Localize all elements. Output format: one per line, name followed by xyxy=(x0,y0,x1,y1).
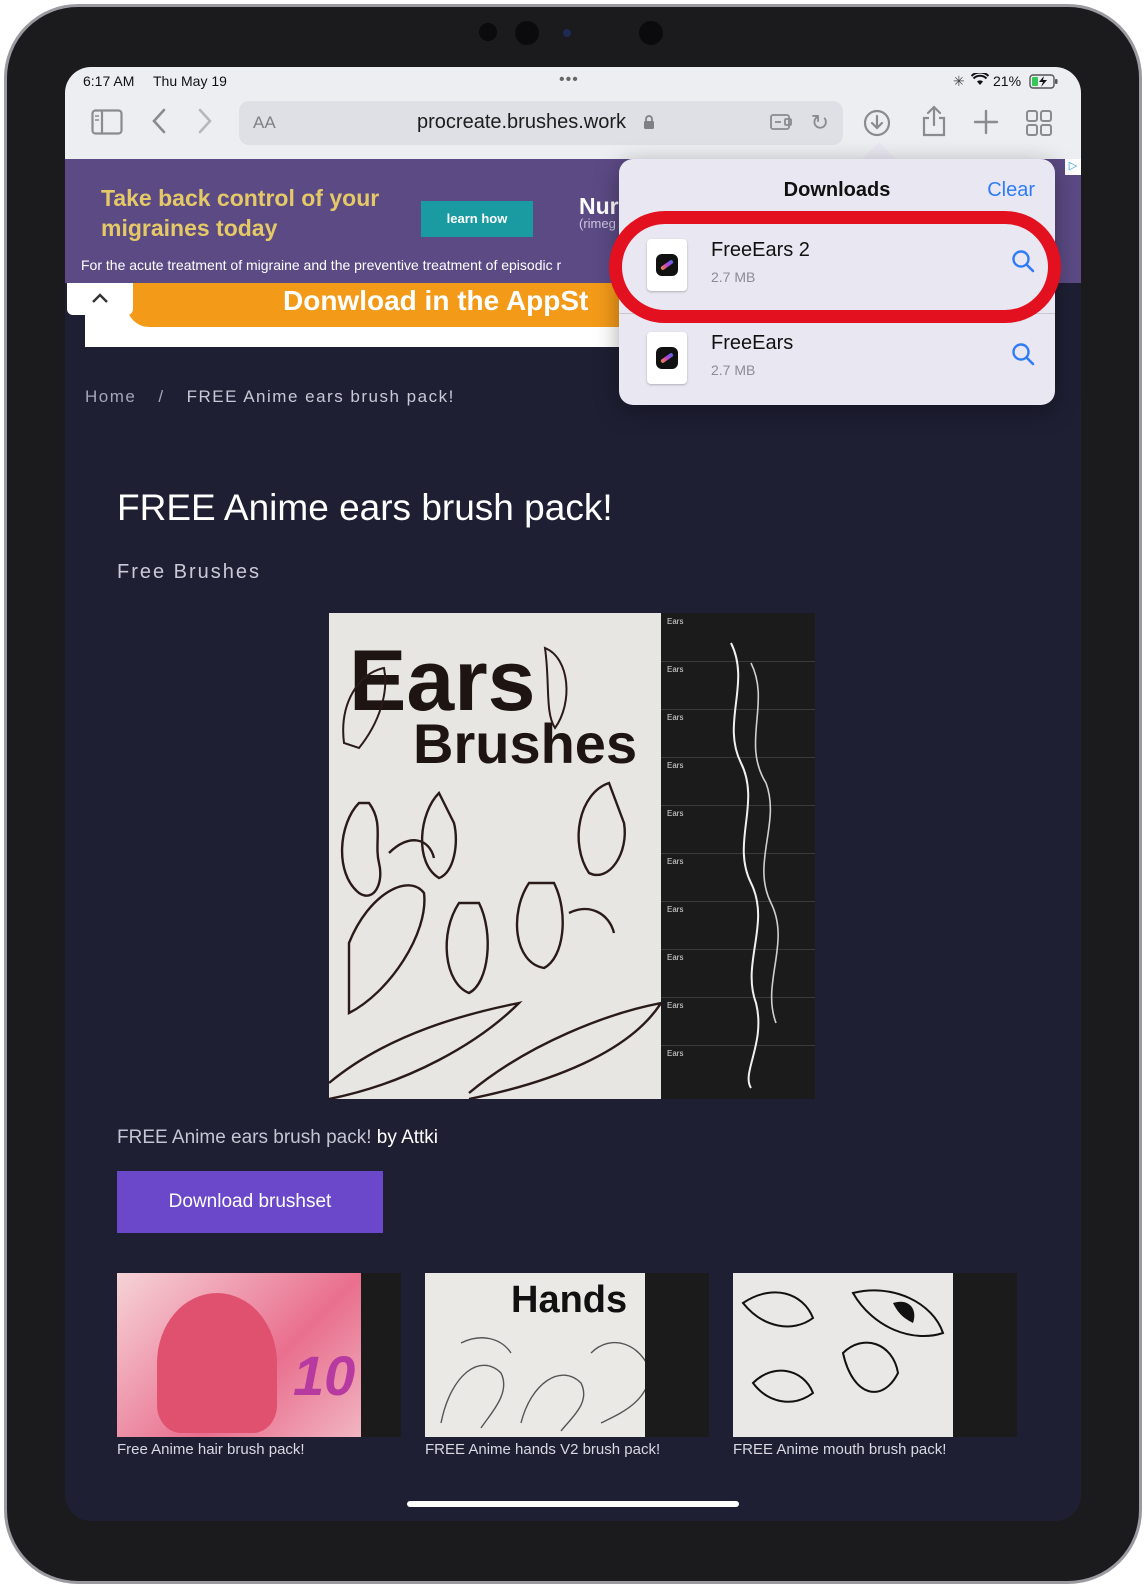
camera-sensor-right xyxy=(639,21,663,45)
ad-brand-sub: (rimeg xyxy=(579,216,616,231)
download-brushset-button[interactable]: Download brushset xyxy=(117,1171,383,1233)
share-icon[interactable] xyxy=(921,105,947,141)
screen: 6:17 AM Thu May 19 ••• ✳ 21% AA procreat… xyxy=(65,67,1081,1521)
extension-icon[interactable] xyxy=(769,111,795,139)
status-date: Thu May 19 xyxy=(153,73,227,89)
hero-image: Ears Brushes Ears Ears Ears Ears Ears Ea… xyxy=(329,613,815,1099)
related-post-hair[interactable]: 10 Free Anime hair brush pack! xyxy=(117,1273,401,1458)
adchoices-icon[interactable]: ▷ xyxy=(1065,159,1081,175)
related-label-hair[interactable]: Free Anime hair brush pack! xyxy=(117,1441,401,1458)
related-label-hands[interactable]: FREE Anime hands V2 brush pack! xyxy=(425,1441,709,1458)
ipad-frame: 6:17 AM Thu May 19 ••• ✳ 21% AA procreat… xyxy=(4,4,1142,1584)
collapse-ad-button[interactable] xyxy=(67,283,133,315)
breadcrumb-current: FREE Anime ears brush pack! xyxy=(186,387,455,406)
breadcrumb-home[interactable]: Home xyxy=(85,387,136,406)
anime-girl-illustration xyxy=(157,1293,277,1433)
brush-stroke-preview xyxy=(730,642,779,1089)
image-caption: FREE Anime ears brush pack! by Attki xyxy=(117,1127,438,1149)
related-thumb-mouth[interactable] xyxy=(733,1273,1017,1437)
new-tab-icon[interactable] xyxy=(973,109,999,139)
safari-toolbar: 6:17 AM Thu May 19 ••• ✳ 21% AA procreat… xyxy=(65,67,1081,159)
download-item-name: FreeEars xyxy=(711,332,794,354)
related-thumb-hands[interactable]: Hands xyxy=(425,1273,709,1437)
battery-percent: 21% xyxy=(993,73,1022,89)
download-item-size: 2.7 MB xyxy=(711,362,756,378)
forward-icon[interactable] xyxy=(195,107,215,139)
procreate-file-icon xyxy=(647,332,687,384)
lock-icon xyxy=(643,114,655,135)
activity-icon: ✳ xyxy=(953,73,965,89)
chevron-up-icon xyxy=(92,293,108,303)
camera-sensor xyxy=(479,23,497,41)
page-title: FREE Anime ears brush pack! xyxy=(117,487,613,528)
status-time: 6:17 AM xyxy=(83,73,135,89)
downloads-icon[interactable] xyxy=(863,109,891,141)
mouth-sketch xyxy=(741,1289,945,1403)
ear-sketch-top-right xyxy=(543,646,568,730)
url-text[interactable]: procreate.brushes.work xyxy=(417,111,626,134)
ear-sketches-illustration xyxy=(329,781,661,1099)
caption-author-link[interactable]: by Attki xyxy=(377,1127,438,1148)
sidebar-icon[interactable] xyxy=(91,109,123,139)
ad-learn-how-button[interactable]: learn how xyxy=(421,201,533,237)
related-post-mouth[interactable]: FREE Anime mouth brush pack! xyxy=(733,1273,1017,1458)
highlight-annotation xyxy=(609,211,1061,323)
caption-title: FREE Anime ears brush pack! xyxy=(117,1127,372,1148)
brush-strip xyxy=(645,1273,709,1437)
hands-sketch xyxy=(440,1337,652,1432)
brush-strip xyxy=(953,1273,1017,1437)
reveal-in-files-icon[interactable] xyxy=(1011,342,1035,373)
ad-headline: Take back control of your migraines toda… xyxy=(101,185,380,241)
breadcrumb-separator: / xyxy=(158,387,165,406)
address-bar[interactable]: AA procreate.brushes.work ↻ xyxy=(239,101,843,145)
wifi-icon xyxy=(970,71,990,89)
tabs-icon[interactable] xyxy=(1025,109,1053,141)
category-label[interactable]: Free Brushes xyxy=(117,561,261,584)
reload-icon[interactable]: ↻ xyxy=(811,110,829,136)
related-post-hands[interactable]: Hands FREE Anime hands V2 brush pack! xyxy=(425,1273,709,1458)
camera-lens xyxy=(515,21,539,45)
ad-disclaimer: For the acute treatment of migraine and … xyxy=(81,257,562,273)
brush-library-strip: Ears Ears Ears Ears Ears Ears Ears Ears … xyxy=(661,613,815,1099)
camera-dot xyxy=(563,29,571,37)
related-thumb-hair-number: 10 xyxy=(293,1344,356,1407)
home-indicator[interactable] xyxy=(407,1501,739,1507)
ear-sketch-top-left xyxy=(342,666,387,750)
download-item[interactable]: FreeEars 2.7 MB xyxy=(619,313,1055,405)
brush-strip xyxy=(361,1273,401,1437)
battery-icon xyxy=(1029,74,1059,92)
breadcrumb: Home / FREE Anime ears brush pack! xyxy=(85,387,455,407)
back-icon[interactable] xyxy=(149,107,169,139)
related-label-mouth[interactable]: FREE Anime mouth brush pack! xyxy=(733,1441,1017,1458)
more-dots-icon[interactable]: ••• xyxy=(559,71,579,89)
reader-aa-button[interactable]: AA xyxy=(253,113,276,133)
downloads-clear-button[interactable]: Clear xyxy=(987,179,1035,202)
related-thumb-hair[interactable]: 10 xyxy=(117,1273,401,1437)
